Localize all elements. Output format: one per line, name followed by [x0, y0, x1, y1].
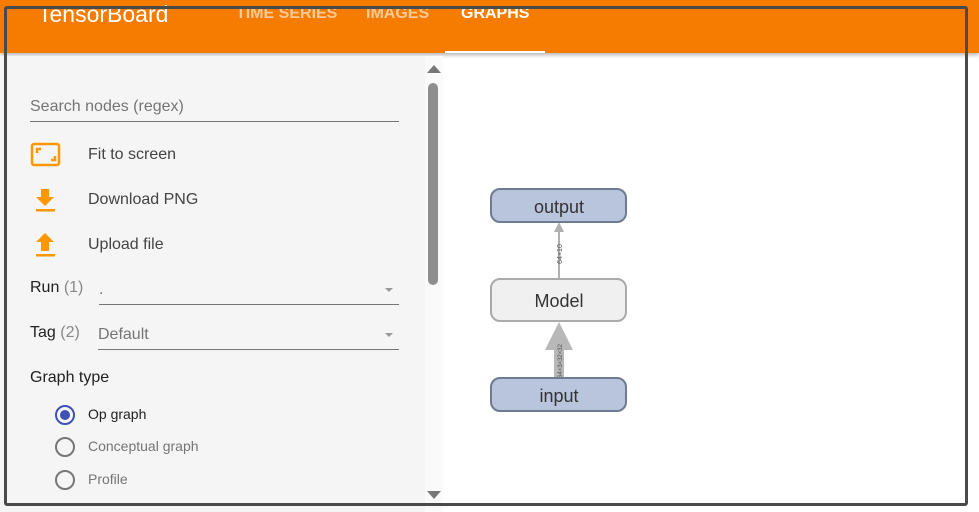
upload-file-button[interactable]: Upload file	[30, 230, 330, 260]
radio-op-graph[interactable]: Op graph	[55, 403, 355, 425]
radio-checked-icon	[55, 405, 75, 425]
graph-canvas[interactable]: 64×10 64×3×32×32 output Model input	[443, 56, 979, 512]
active-tab-indicator	[445, 51, 545, 53]
radio-unchecked-icon	[55, 470, 75, 490]
tag-count: (2)	[60, 324, 80, 341]
graph-type-title: Graph type	[30, 369, 110, 386]
edge-model-output: 64×10	[554, 222, 564, 278]
scroll-up-icon[interactable]	[427, 65, 441, 73]
scrollbar-thumb[interactable]	[428, 83, 438, 285]
graph-node-model[interactable]: Model	[490, 278, 627, 322]
run-select[interactable]: .	[99, 276, 399, 305]
search-nodes-input[interactable]	[30, 92, 399, 122]
tag-value: Default	[98, 326, 149, 343]
run-count: (1)	[63, 279, 84, 296]
run-label: Run (1)	[30, 279, 83, 297]
run-value: .	[99, 281, 104, 298]
upload-icon	[36, 233, 55, 257]
node-label: Model	[534, 291, 583, 311]
dropdown-caret-icon	[385, 288, 393, 292]
radio-conceptual-graph[interactable]: Conceptual graph	[55, 435, 355, 457]
run-label-text: Run	[30, 279, 60, 296]
tab-graphs[interactable]: GRAPHS	[461, 4, 529, 24]
dropdown-caret-icon	[385, 333, 393, 337]
brand-title: TensorBoard	[38, 1, 169, 27]
radio-label: Profile	[88, 471, 128, 487]
fit-to-screen-button[interactable]: Fit to screen	[30, 140, 330, 170]
radio-label: Op graph	[88, 406, 147, 422]
node-label: output	[534, 197, 584, 217]
radio-label: Conceptual graph	[88, 438, 199, 454]
upload-file-label: Upload file	[88, 236, 164, 253]
fit-to-screen-label: Fit to screen	[88, 146, 177, 163]
download-icon	[36, 189, 55, 212]
node-label: input	[539, 386, 578, 406]
radio-unchecked-icon	[55, 437, 75, 457]
radio-profile[interactable]: Profile	[55, 468, 355, 490]
edge-label: 64×10	[557, 244, 564, 264]
download-png-button[interactable]: Download PNG	[30, 185, 330, 215]
tag-label: Tag (2)	[30, 324, 80, 342]
top-app-bar: TensorBoard TIME SERIES IMAGES GRAPHS	[0, 0, 979, 53]
tag-label-text: Tag	[30, 324, 56, 341]
sidebar-scrollbar[interactable]	[425, 56, 443, 512]
edge-label: 64×3×32×32	[558, 343, 564, 378]
tag-select[interactable]: Default	[98, 321, 399, 350]
scroll-down-icon[interactable]	[427, 491, 441, 499]
download-png-label: Download PNG	[88, 191, 199, 208]
fit-screen-icon	[30, 142, 61, 167]
tab-images[interactable]: IMAGES	[366, 4, 429, 24]
graph-node-input[interactable]: input	[490, 377, 627, 412]
edge-input-model: 64×3×32×32	[545, 322, 573, 378]
tab-time-series[interactable]: TIME SERIES	[236, 4, 337, 24]
graph-node-output[interactable]: output	[490, 188, 627, 223]
